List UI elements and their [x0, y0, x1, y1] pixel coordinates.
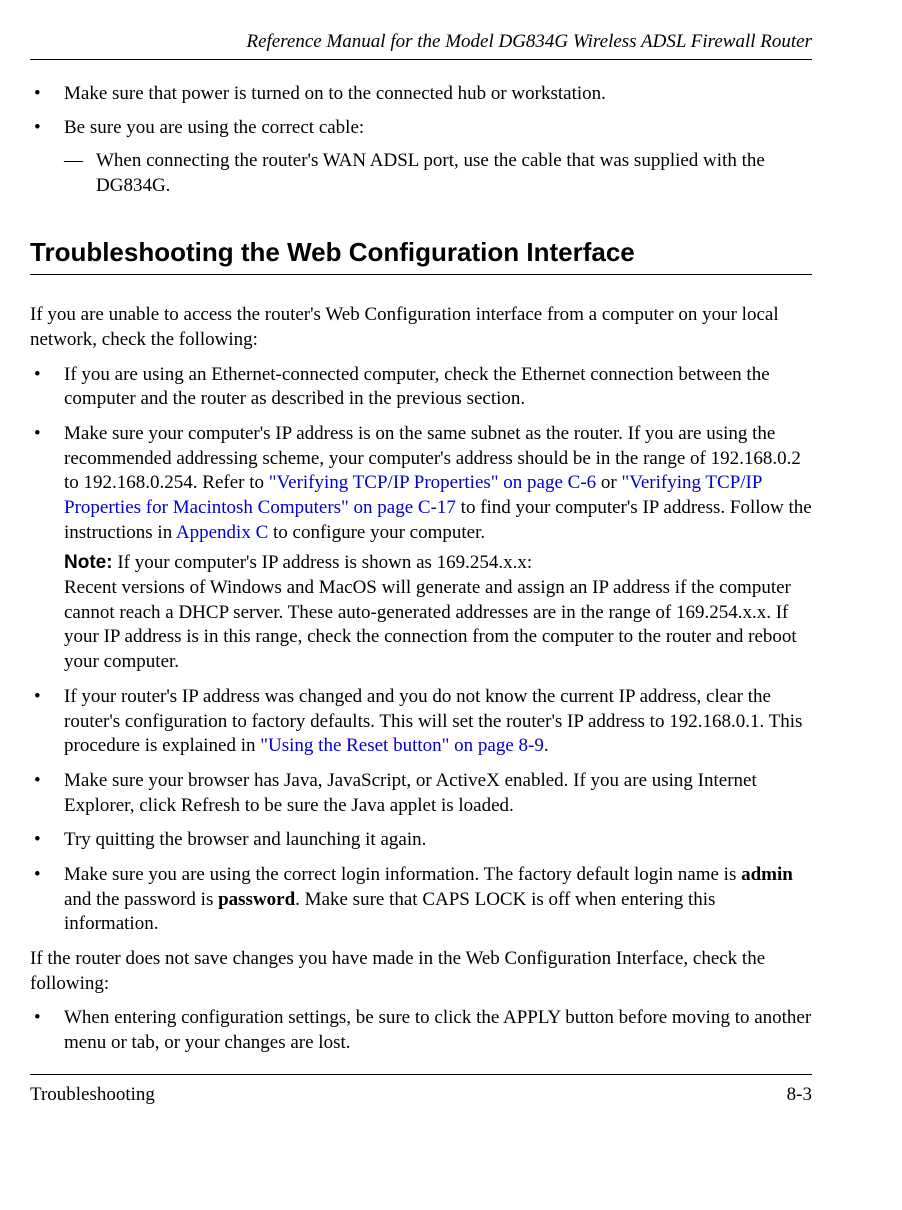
list-item-text: If you are using an Ethernet-connected c…: [64, 363, 812, 412]
list-item: • When entering configuration settings, …: [30, 1006, 812, 1055]
bullet-icon: •: [30, 363, 64, 412]
bullet-icon: •: [30, 863, 64, 937]
note-body: Recent versions of Windows and MacOS wil…: [64, 577, 797, 672]
password: password: [218, 889, 295, 910]
bullet-icon: •: [30, 422, 64, 675]
text-fragment: Make sure you are using the correct logi…: [64, 864, 741, 885]
text-fragment: or: [596, 472, 621, 493]
bullet-icon: •: [30, 1006, 64, 1055]
section-heading: Troubleshooting the Web Configuration In…: [30, 236, 812, 270]
footer-page-number: 8-3: [787, 1083, 812, 1108]
list-item: • Make sure that power is turned on to t…: [30, 82, 812, 107]
bullet-icon: •: [30, 116, 64, 206]
list-item-text: Try quitting the browser and launching i…: [64, 828, 812, 853]
bullet-icon: •: [30, 82, 64, 107]
footer-left: Troubleshooting: [30, 1083, 155, 1108]
list-item: • Be sure you are using the correct cabl…: [30, 116, 812, 206]
list-item: • Make sure your browser has Java, JavaS…: [30, 769, 812, 818]
login-name: admin: [741, 864, 793, 885]
text-fragment: If your computer's IP address is shown a…: [113, 552, 533, 573]
list-item: • Make sure your computer's IP address i…: [30, 422, 812, 675]
main-bullet-list: • If you are using an Ethernet-connected…: [30, 363, 812, 937]
dash-list: — When connecting the router's WAN ADSL …: [64, 149, 812, 198]
link-verifying-tcpip[interactable]: "Verifying TCP/IP Properties" on page C-…: [269, 472, 596, 493]
list-item-label: Be sure you are using the correct cable:: [64, 117, 364, 138]
list-item: — When connecting the router's WAN ADSL …: [64, 149, 812, 198]
list-item: • Try quitting the browser and launching…: [30, 828, 812, 853]
list-item: • Make sure you are using the correct lo…: [30, 863, 812, 937]
top-bullet-list: • Make sure that power is turned on to t…: [30, 82, 812, 207]
list-item: • If you are using an Ethernet-connected…: [30, 363, 812, 412]
link-reset-button[interactable]: "Using the Reset button" on page 8-9: [260, 735, 544, 756]
note-label: Note:: [64, 552, 113, 573]
list-item-text: When entering configuration settings, be…: [64, 1006, 812, 1055]
text-fragment: and the password is: [64, 889, 218, 910]
list-item-text: When connecting the router's WAN ADSL po…: [96, 149, 812, 198]
second-bullet-list: • When entering configuration settings, …: [30, 1006, 812, 1055]
list-item-text: Be sure you are using the correct cable:…: [64, 116, 812, 206]
section-rule: [30, 274, 812, 275]
text-fragment: to configure your computer.: [268, 522, 485, 543]
bullet-icon: •: [30, 769, 64, 818]
list-item-text: If your router's IP address was changed …: [64, 685, 812, 759]
bullet-icon: •: [30, 685, 64, 759]
dash-icon: —: [64, 149, 96, 198]
text-fragment: .: [544, 735, 549, 756]
list-item-text: Make sure your computer's IP address is …: [64, 422, 812, 675]
intro-paragraph-2: If the router does not save changes you …: [30, 947, 812, 996]
list-item-text: Make sure that power is turned on to the…: [64, 82, 812, 107]
list-item-text: Make sure you are using the correct logi…: [64, 863, 812, 937]
intro-paragraph: If you are unable to access the router's…: [30, 303, 812, 352]
running-header: Reference Manual for the Model DG834G Wi…: [30, 30, 812, 60]
note-block: Note: If your computer's IP address is s…: [64, 551, 812, 674]
list-item: • If your router's IP address was change…: [30, 685, 812, 759]
bullet-icon: •: [30, 828, 64, 853]
page-footer: Troubleshooting 8-3: [30, 1074, 812, 1108]
link-appendix-c[interactable]: Appendix C: [176, 522, 268, 543]
list-item-text: Make sure your browser has Java, JavaScr…: [64, 769, 812, 818]
